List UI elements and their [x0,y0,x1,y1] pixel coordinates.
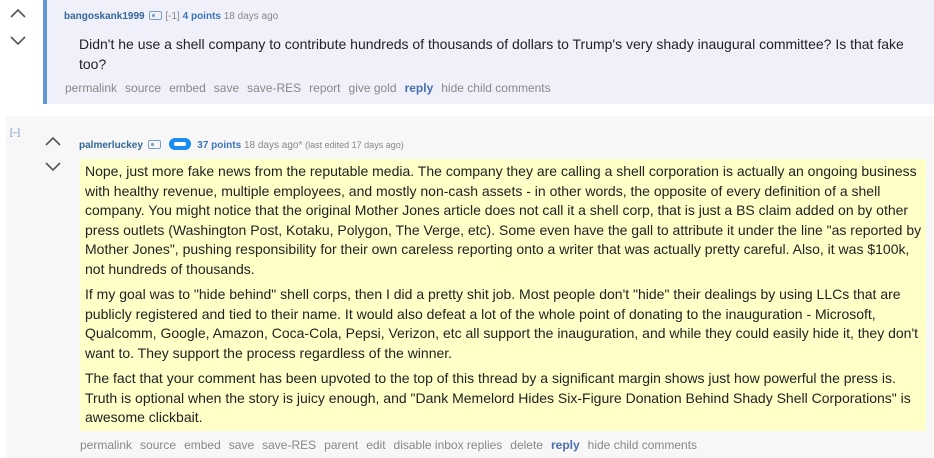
source-button[interactable]: source [140,438,176,452]
tag-user-icon[interactable] [149,11,163,20]
comment-2-tagline: palmerluckey 37 points 18 days ago* (las… [79,138,404,151]
comment-1-paragraph: Didn't he use a shell company to contrib… [79,36,904,72]
disable-inbox-replies-button[interactable]: disable inbox replies [394,438,503,452]
hide-child-comments-button[interactable]: hide child comments [441,81,550,95]
hide-child-comments-button[interactable]: hide child comments [588,438,697,452]
downvote-arrow-icon[interactable] [10,36,30,50]
upvote-arrow-icon[interactable] [10,8,30,22]
give-gold-button[interactable]: give gold [349,81,397,95]
edit-button[interactable]: edit [366,438,385,452]
comment-2-actions: permalink source embed save save-RES parent ed… [80,438,705,452]
permalink-button[interactable]: permalink [80,438,132,452]
comment-1-tagline: bangoskank1999 [-1] 4 points 18 days ago [64,11,278,22]
comment-1-score-paren: [-1] [165,11,180,22]
permalink-button[interactable]: permalink [65,81,117,95]
save-button[interactable]: save [214,81,239,95]
save-res-button[interactable]: save-RES [262,438,316,452]
comment-1-time: 18 days ago [223,11,279,22]
comment-2-paragraph-2: If my goal was to "hide behind" shell co… [85,286,919,361]
user-flair-badge-icon [168,138,191,150]
comment-2-points: 37 points [197,140,242,151]
parent-button[interactable]: parent [324,438,358,452]
embed-button[interactable]: embed [169,81,206,95]
report-button[interactable]: report [309,81,340,95]
comment-1-author[interactable]: bangoskank1999 [64,11,145,22]
comment-2-edited: (last edited 17 days ago) [305,140,404,150]
reply-button[interactable]: reply [551,438,580,452]
reply-button[interactable]: reply [405,81,434,95]
comment-2-paragraph-1: Nope, just more fake news from the reput… [85,163,922,277]
comment-2-paragraph-3: The fact that your comment has been upvo… [85,370,911,425]
comment-1-body: Didn't he use a shell company to contrib… [79,35,919,80]
comment-2-body: Nope, just more fake news from the reput… [85,162,927,434]
comment-2-time: 18 days ago* [243,140,303,151]
downvote-arrow-icon[interactable] [45,162,65,176]
delete-button[interactable]: delete [510,438,543,452]
source-button[interactable]: source [125,81,161,95]
comment-1-highlight-bar [43,0,47,104]
collapse-toggle[interactable]: [–] [10,127,20,137]
comment-1-points: 4 points [182,11,221,22]
save-res-button[interactable]: save-RES [247,81,301,95]
tag-user-icon[interactable] [147,140,161,149]
save-button[interactable]: save [229,438,254,452]
comment-1-actions: permalink source embed save save-RES report gi… [65,81,559,95]
embed-button[interactable]: embed [184,438,221,452]
upvote-arrow-icon[interactable] [45,136,65,150]
comment-2-author[interactable]: palmerluckey [79,140,143,151]
